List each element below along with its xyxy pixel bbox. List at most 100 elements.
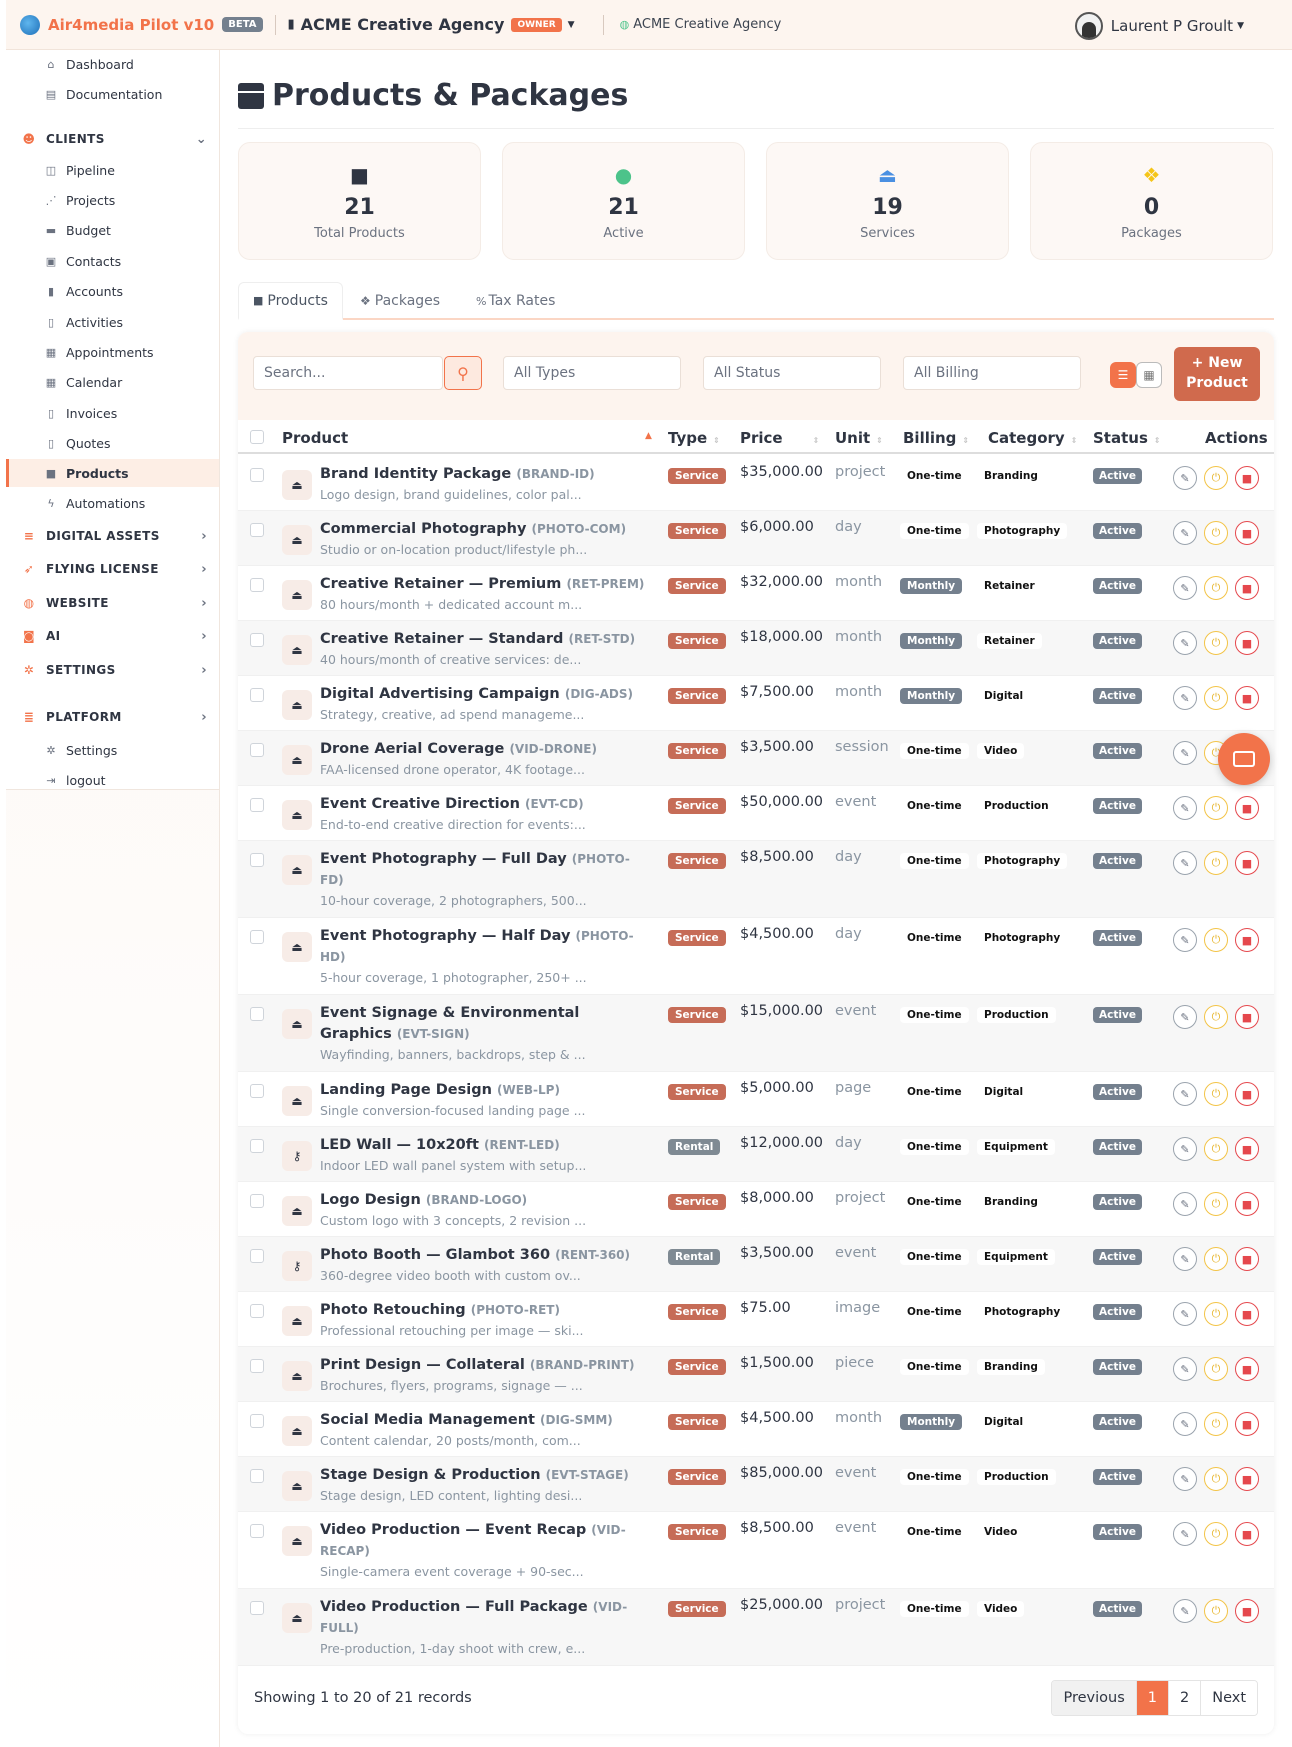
delete-button[interactable]: ■ [1235,1357,1259,1381]
sidebar-item-quotes[interactable]: ▯ Quotes [6,429,219,457]
toggle-active-button[interactable]: ⏻ [1204,1192,1228,1216]
edit-button[interactable]: ✎ [1173,631,1197,655]
edit-button[interactable]: ✎ [1173,1302,1197,1326]
table-row[interactable]: ⏏ Event Photography — Half Day (PHOTO-HD)… [238,918,1274,995]
edit-button[interactable]: ✎ [1173,686,1197,710]
column-product[interactable]: Product [282,429,348,447]
row-checkbox[interactable] [250,1194,264,1208]
toggle-active-button[interactable]: ⏻ [1204,1005,1228,1029]
sidebar-item-dashboard[interactable]: ⌂ Dashboard [6,50,219,78]
delete-button[interactable]: ■ [1235,1522,1259,1546]
sidebar-section-ai[interactable]: ◙ AI › [6,622,219,650]
product-name-cell[interactable]: Logo Design (BRAND-LOGO) Custom logo with… [320,1190,650,1230]
row-checkbox[interactable] [250,1359,264,1373]
product-name-cell[interactable]: Video Production — Full Package (VID-FUL… [320,1597,650,1658]
tab-packages[interactable]: ❖ Packages [346,282,454,320]
sidebar-item-logout[interactable]: ⇥ logout [6,766,219,794]
row-checkbox[interactable] [250,633,264,647]
edit-button[interactable]: ✎ [1173,466,1197,490]
delete-button[interactable]: ■ [1235,1302,1259,1326]
sidebar-item-platform-settings[interactable]: ✲ Settings [6,736,219,764]
sidebar-item-documentation[interactable]: ▤ Documentation [6,80,219,108]
row-checkbox[interactable] [250,1084,264,1098]
sidebar-item-appointments[interactable]: ▦ Appointments [6,338,219,366]
column-billing[interactable]: Billing ⇕ [903,429,969,447]
org-website-link[interactable]: ◍ ACME Creative Agency [620,17,782,32]
edit-button[interactable]: ✎ [1173,851,1197,875]
status-filter-select[interactable]: All Status [703,356,881,390]
tab-products[interactable]: ■ Products [238,282,343,320]
edit-button[interactable]: ✎ [1173,741,1197,765]
sidebar-item-calendar[interactable]: ▦ Calendar [6,368,219,396]
delete-button[interactable]: ■ [1235,796,1259,820]
table-row[interactable]: ⏏ Video Production — Full Package (VID-FU… [238,1589,1274,1666]
edit-button[interactable]: ✎ [1173,1137,1197,1161]
product-name-cell[interactable]: Event Signage & Environmental Graphics (… [320,1003,650,1064]
table-row[interactable]: ⏏ Brand Identity Package (BRAND-ID) Logo d… [238,456,1274,511]
delete-button[interactable]: ■ [1235,928,1259,952]
sidebar-item-pipeline[interactable]: ◫ Pipeline [6,156,219,184]
table-row[interactable]: ⚷ Photo Booth — Glambot 360 (RENT-360) 360… [238,1237,1274,1292]
previous-page-button[interactable]: Previous [1052,1681,1136,1715]
product-name-cell[interactable]: Print Design — Collateral (BRAND-PRINT) B… [320,1355,650,1395]
delete-button[interactable]: ■ [1235,1137,1259,1161]
row-checkbox[interactable] [250,688,264,702]
toggle-active-button[interactable]: ⏻ [1204,1467,1228,1491]
column-category[interactable]: Category ⇕ [988,429,1077,447]
table-row[interactable]: ⏏ Drone Aerial Coverage (VID-DRONE) FAA-li… [238,731,1274,786]
product-name-cell[interactable]: Drone Aerial Coverage (VID-DRONE) FAA-lic… [320,739,650,779]
brand[interactable]: Air4media Pilot v10 BETA [20,14,263,35]
table-row[interactable]: ⏏ Print Design — Collateral (BRAND-PRINT)… [238,1347,1274,1402]
row-checkbox[interactable] [250,853,264,867]
delete-button[interactable]: ■ [1235,1247,1259,1271]
table-row[interactable]: ⚷ LED Wall — 10x20ft (RENT-LED) Indoor LED… [238,1127,1274,1182]
row-checkbox[interactable] [250,523,264,537]
toggle-active-button[interactable]: ⏻ [1204,851,1228,875]
search-button[interactable]: ⚲ [444,356,482,390]
product-name-cell[interactable]: LED Wall — 10x20ft (RENT-LED) Indoor LED … [320,1135,650,1175]
toggle-active-button[interactable]: ⏻ [1204,1522,1228,1546]
sidebar-section-clients[interactable]: ☻ CLIENTS ⌄ [6,125,219,153]
edit-button[interactable]: ✎ [1173,928,1197,952]
product-name-cell[interactable]: Photo Booth — Glambot 360 (RENT-360) 360-… [320,1245,650,1285]
table-row[interactable]: ⏏ Social Media Management (DIG-SMM) Conten… [238,1402,1274,1457]
delete-button[interactable]: ■ [1235,466,1259,490]
delete-button[interactable]: ■ [1235,1467,1259,1491]
toggle-active-button[interactable]: ⏻ [1204,1412,1228,1436]
page-2-button[interactable]: 2 [1167,1681,1201,1715]
product-name-cell[interactable]: Event Photography — Full Day (PHOTO-FD) 1… [320,849,650,910]
row-checkbox[interactable] [250,798,264,812]
row-checkbox[interactable] [250,1304,264,1318]
toggle-active-button[interactable]: ⏻ [1204,928,1228,952]
sidebar-item-automations[interactable]: ϟ Automations [6,489,219,517]
sidebar-item-accounts[interactable]: ▮ Accounts [6,277,219,305]
product-name-cell[interactable]: Stage Design & Production (EVT-STAGE) Sta… [320,1465,650,1505]
sidebar-section-website[interactable]: ◍ WEBSITE › [6,589,219,617]
chat-button[interactable] [1218,733,1270,785]
row-checkbox[interactable] [250,1469,264,1483]
table-row[interactable]: ⏏ Digital Advertising Campaign (DIG-ADS) S… [238,676,1274,731]
delete-button[interactable]: ■ [1235,686,1259,710]
row-checkbox[interactable] [250,578,264,592]
delete-button[interactable]: ■ [1235,1192,1259,1216]
toggle-active-button[interactable]: ⏻ [1204,796,1228,820]
sidebar-item-invoices[interactable]: ▯ Invoices [6,399,219,427]
table-row[interactable]: ⏏ Landing Page Design (WEB-LP) Single conv… [238,1072,1274,1127]
toggle-active-button[interactable]: ⏻ [1204,1357,1228,1381]
delete-button[interactable]: ■ [1235,1082,1259,1106]
search-input[interactable]: Search... [253,356,443,390]
toggle-active-button[interactable]: ⏻ [1204,1302,1228,1326]
toggle-active-button[interactable]: ⏻ [1204,576,1228,600]
row-checkbox[interactable] [250,1414,264,1428]
delete-button[interactable]: ■ [1235,631,1259,655]
edit-button[interactable]: ✎ [1173,1467,1197,1491]
edit-button[interactable]: ✎ [1173,1357,1197,1381]
sidebar-item-projects[interactable]: ⋰ Projects [6,186,219,214]
table-row[interactable]: ⏏ Creative Retainer — Premium (RET-PREM) 8… [238,566,1274,621]
row-checkbox[interactable] [250,743,264,757]
org-switcher[interactable]: ▮ ACME Creative Agency OWNER ▼ [288,15,575,34]
delete-button[interactable]: ■ [1235,1599,1259,1623]
sidebar-item-budget[interactable]: ▬ Budget [6,216,219,244]
product-name-cell[interactable]: Digital Advertising Campaign (DIG-ADS) St… [320,684,650,724]
delete-button[interactable]: ■ [1235,576,1259,600]
